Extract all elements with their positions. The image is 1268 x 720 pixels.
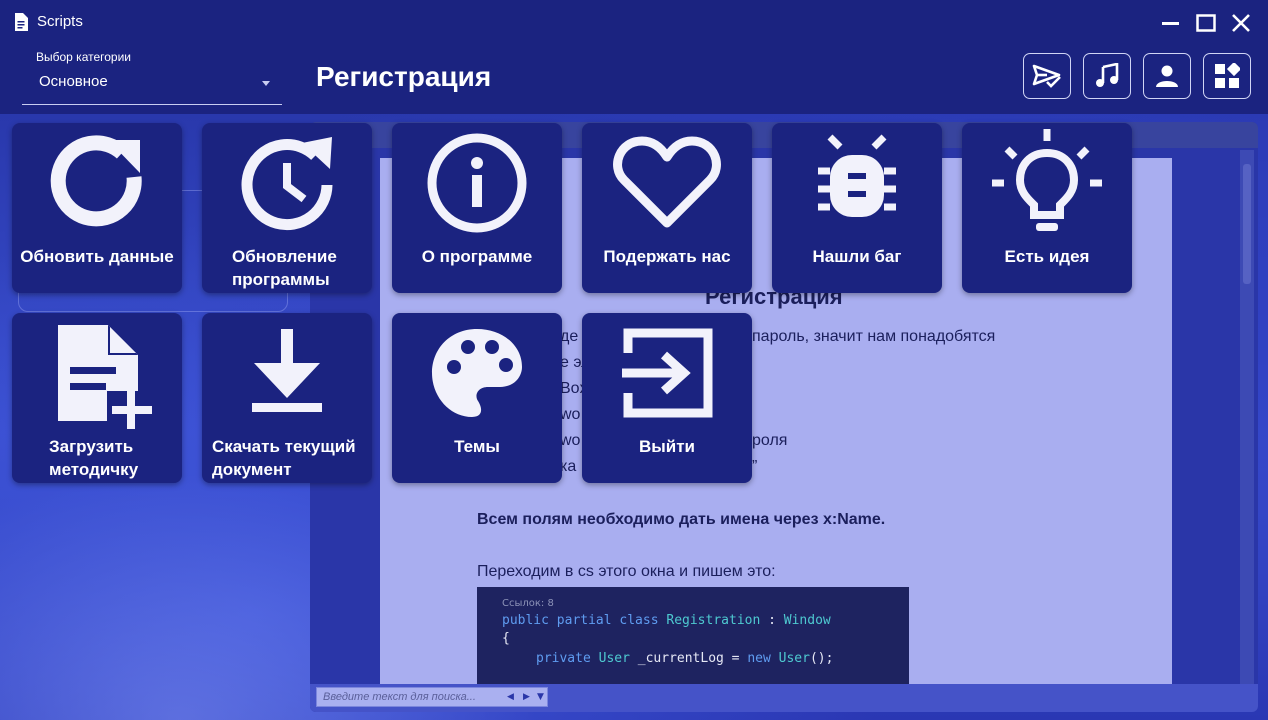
tile-about[interactable]: О программе [392, 123, 562, 293]
code-refs: Ссылок: 8 [502, 598, 554, 609]
previous-icon[interactable]: ◀ [507, 692, 514, 702]
document-text: роля [752, 432, 788, 449]
tile-found-bug[interactable]: Нашли баг [772, 123, 942, 293]
download-icon [252, 329, 322, 412]
tile-program-update[interactable]: Обновление программы [202, 123, 372, 293]
document-text: де [560, 328, 579, 345]
tile-label: Есть идея [1004, 247, 1090, 266]
heart-icon [613, 136, 721, 228]
tile-label: Скачать текущий документ [212, 437, 356, 479]
code-line: public partial class Registration : Wind… [502, 613, 831, 628]
code-block: Ссылок: 8 public partial class Registrat… [477, 587, 909, 687]
document-text: Переходим в cs этого окна и пишем это: [477, 563, 776, 580]
tile-exit[interactable]: Выйти [582, 313, 752, 483]
exit-icon [622, 328, 713, 418]
document-bold-text: Всем полям необходимо дать имена через x… [477, 511, 886, 528]
search-field[interactable]: Введите текст для поиска... ◀ ▶ ▼ [316, 687, 548, 707]
send-button[interactable] [1023, 53, 1071, 99]
window-title: Scripts [37, 13, 83, 30]
minimize-button[interactable] [1158, 10, 1184, 36]
title-bar: Scripts [0, 0, 1268, 44]
music-button[interactable] [1083, 53, 1131, 99]
document-text: пароль, значит нам понадобятся [752, 328, 996, 345]
tile-support-us[interactable]: Подержать нас [582, 123, 752, 293]
document-text: ” [752, 458, 758, 475]
palette-icon [432, 329, 522, 417]
close-button[interactable] [1228, 10, 1254, 36]
code-line: { [502, 631, 510, 646]
tile-refresh-data[interactable]: Обновить данные [12, 123, 182, 293]
next-icon[interactable]: ▶ [523, 692, 530, 702]
document-text: ка [560, 458, 577, 475]
history-icon [241, 137, 333, 231]
category-select[interactable]: Основное [22, 66, 282, 105]
maximize-button[interactable] [1193, 10, 1219, 36]
profile-button[interactable] [1143, 53, 1191, 99]
document-text: wo [560, 432, 581, 449]
tile-label: О программе [421, 247, 533, 266]
tile-download-document[interactable]: Скачать текущий документ [202, 313, 372, 483]
tile-label: Загрузить методичку [49, 437, 139, 479]
code-line: private User _currentLog = new User(); [536, 651, 834, 666]
file-add-icon [58, 325, 155, 431]
info-icon [427, 133, 527, 233]
vertical-scrollbar[interactable] [1240, 150, 1254, 690]
chevron-down-icon[interactable]: ▼ [537, 692, 544, 702]
tile-have-idea[interactable]: Есть идея [962, 123, 1132, 293]
scrollbar-thumb[interactable] [1243, 164, 1251, 284]
tile-label: Выйти [638, 437, 696, 456]
chevron-down-icon [262, 81, 270, 86]
widgets-icon [1215, 63, 1240, 88]
bug-icon [818, 134, 896, 217]
document-icon [15, 13, 28, 31]
search-bar: Введите текст для поиска... ◀ ▶ ▼ [310, 684, 1258, 712]
document-text: wo [560, 406, 581, 423]
tile-label: Обновление программы [232, 247, 337, 289]
tile-upload-manual[interactable]: Загрузить методичку [12, 313, 182, 483]
category-label: Выбор категории [36, 50, 132, 64]
tile-label: Подержать нас [603, 247, 731, 266]
tile-label: Темы [454, 437, 500, 456]
page-title: Регистрация [316, 61, 492, 92]
search-input[interactable]: Введите текст для поиска... [323, 691, 476, 703]
lightbulb-icon [992, 129, 1102, 231]
user-icon [1156, 65, 1178, 87]
music-icon [1096, 63, 1119, 87]
tile-themes[interactable]: Темы [392, 313, 562, 483]
send-check-icon [1032, 64, 1061, 88]
category-value: Основное [39, 73, 108, 90]
tile-label: Обновить данные [20, 247, 174, 266]
widgets-button[interactable] [1203, 53, 1251, 99]
tile-label: Нашли баг [812, 247, 902, 266]
refresh-icon [50, 135, 142, 227]
